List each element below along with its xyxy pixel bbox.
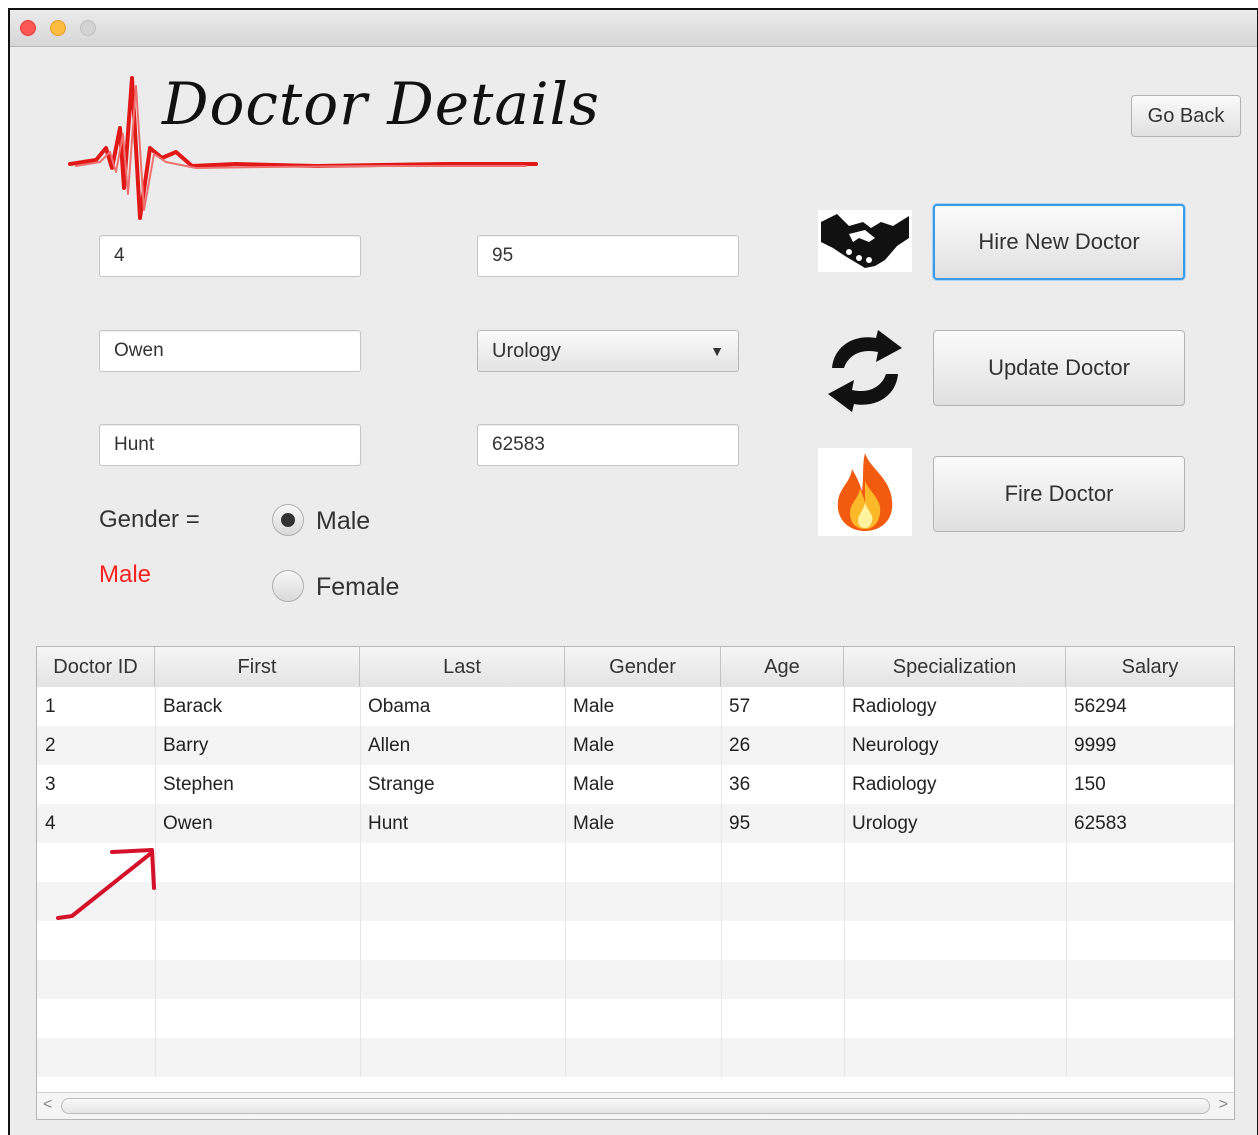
scrollbar-thumb[interactable] (61, 1098, 1210, 1114)
table-row[interactable]: 3 Stephen Strange Male 36 Radiology 150 (37, 765, 1234, 804)
column-divider (565, 687, 566, 1077)
column-header-gender[interactable]: Gender (565, 647, 721, 687)
table-cell: 1 (45, 695, 56, 717)
table-cell: Male (573, 812, 615, 834)
table-cell: 95 (729, 812, 751, 834)
table-cell: 4 (45, 812, 56, 834)
table-row[interactable] (37, 921, 1234, 960)
doctors-table[interactable]: Doctor ID First Last Gender Age Speciali… (36, 646, 1235, 1120)
table-cell: Male (573, 695, 615, 717)
table-cell: Barry (163, 734, 209, 756)
minimize-window-button[interactable] (50, 20, 66, 36)
specialization-select-value: Urology (492, 339, 561, 362)
close-window-button[interactable] (20, 20, 36, 36)
annotation-arrow-icon (56, 848, 156, 920)
fire-icon (818, 448, 912, 536)
table-cell: Obama (368, 695, 431, 717)
table-cell: Radiology (852, 773, 937, 795)
table-cell: 150 (1074, 773, 1106, 795)
table-cell: 9999 (1074, 734, 1117, 756)
column-header-specialization[interactable]: Specialization (844, 647, 1066, 687)
table-header: Doctor ID First Last Gender Age Speciali… (37, 647, 1234, 688)
table-cell: 57 (729, 695, 751, 717)
table-cell: Male (573, 734, 615, 756)
zoom-window-button[interactable] (80, 20, 96, 36)
table-cell: Neurology (852, 734, 939, 756)
table-row[interactable] (37, 882, 1234, 921)
gender-label: Gender = (99, 506, 200, 533)
column-divider (1066, 687, 1067, 1077)
first-name-field[interactable] (99, 330, 361, 372)
male-radio-label[interactable]: Male (316, 507, 370, 536)
salary-field[interactable] (477, 424, 739, 466)
table-cell: Hunt (368, 812, 409, 834)
column-header-last[interactable]: Last (360, 647, 565, 687)
table-row[interactable]: 4 Owen Hunt Male 95 Urology 62583 (37, 804, 1234, 843)
column-header-salary[interactable]: Salary (1066, 647, 1234, 687)
table-cell: Male (573, 773, 615, 795)
column-header-first[interactable]: First (155, 647, 360, 687)
table-cell: 36 (729, 773, 751, 795)
app-window: Doctor Details Go Back Urology ▼ Gender … (8, 8, 1258, 1135)
male-radio[interactable] (272, 504, 304, 536)
gender-status-text: Male (99, 561, 152, 588)
table-cell: 56294 (1074, 695, 1127, 717)
column-header-age[interactable]: Age (721, 647, 844, 687)
table-cell: 26 (729, 734, 751, 756)
column-divider (844, 687, 845, 1077)
table-cell: Allen (368, 734, 411, 756)
table-cell: Stephen (163, 773, 234, 795)
page-title: Doctor Details (162, 70, 600, 138)
table-cell: Strange (368, 773, 435, 795)
table-row[interactable] (37, 999, 1234, 1038)
update-doctor-button[interactable]: Update Doctor (933, 330, 1185, 406)
horizontal-scrollbar[interactable]: < > (37, 1092, 1234, 1119)
female-radio[interactable] (272, 570, 304, 602)
refresh-icon (818, 328, 912, 414)
age-field[interactable] (477, 235, 739, 277)
chevron-down-icon: ▼ (710, 343, 724, 359)
table-row[interactable]: 2 Barry Allen Male 26 Neurology 9999 (37, 726, 1234, 765)
scroll-right-icon[interactable]: > (1219, 1096, 1228, 1114)
doctor-id-field[interactable] (99, 235, 361, 277)
table-cell: 2 (45, 734, 56, 756)
specialization-select[interactable]: Urology ▼ (477, 330, 739, 372)
handshake-icon (818, 210, 912, 272)
table-cell: 62583 (1074, 812, 1127, 834)
table-row[interactable] (37, 960, 1234, 999)
table-row[interactable]: 1 Barack Obama Male 57 Radiology 56294 (37, 687, 1234, 726)
title-bar (10, 10, 1257, 47)
table-cell: Urology (852, 812, 918, 834)
hire-new-doctor-button[interactable]: Hire New Doctor (933, 204, 1185, 280)
scroll-left-icon[interactable]: < (43, 1096, 52, 1114)
column-divider (721, 687, 722, 1077)
female-radio-label[interactable]: Female (316, 573, 399, 602)
go-back-button[interactable]: Go Back (1131, 95, 1241, 137)
column-divider (360, 687, 361, 1077)
table-cell: Barack (163, 695, 223, 717)
radio-selected-dot (281, 513, 295, 527)
last-name-field[interactable] (99, 424, 361, 466)
table-row[interactable] (37, 843, 1234, 882)
column-header-doctor-id[interactable]: Doctor ID (37, 647, 155, 687)
table-cell: 3 (45, 773, 56, 795)
fire-doctor-button[interactable]: Fire Doctor (933, 456, 1185, 532)
table-cell: Owen (163, 812, 213, 834)
table-row[interactable] (37, 1038, 1234, 1077)
table-cell: Radiology (852, 695, 937, 717)
